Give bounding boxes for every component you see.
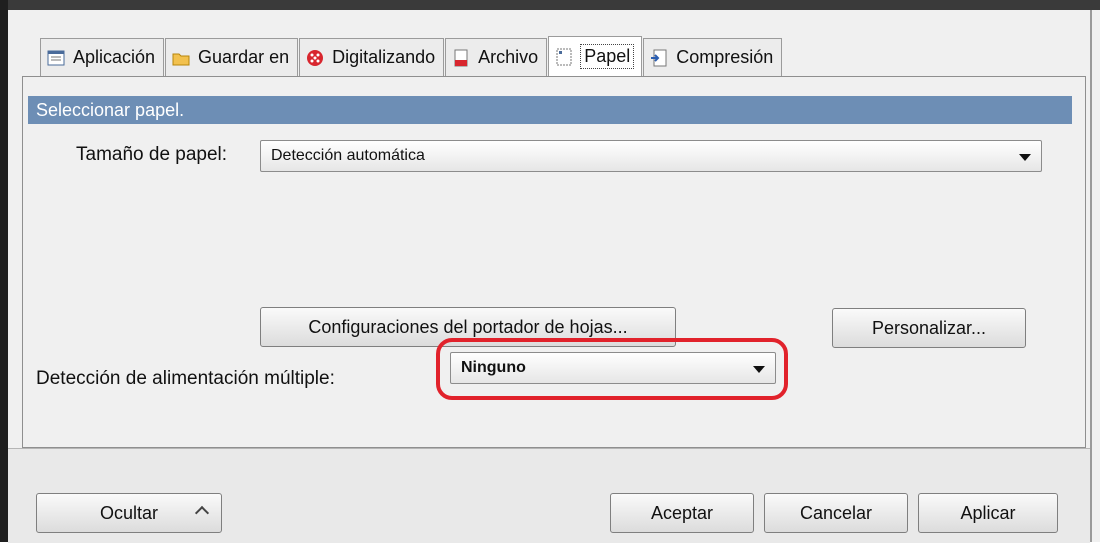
tab-strip: Aplicación Guardar en Digitalizando Arch… — [40, 36, 783, 76]
tab-label: Guardar en — [198, 47, 290, 67]
accept-button[interactable]: Aceptar — [610, 493, 754, 533]
paper-size-dropdown[interactable]: Detección automática — [260, 140, 1042, 172]
apply-button[interactable]: Aplicar — [918, 493, 1058, 533]
window-top-frame — [0, 0, 1100, 10]
tab-archivo[interactable]: Archivo — [445, 38, 548, 76]
chevron-up-icon — [194, 505, 210, 521]
file-icon — [452, 49, 470, 67]
tab-guardar-en[interactable]: Guardar en — [165, 38, 299, 76]
folder-icon — [172, 49, 190, 67]
tab-papel[interactable]: Papel — [548, 36, 643, 76]
paper-icon — [555, 48, 573, 66]
tab-label: Aplicación — [73, 47, 156, 67]
tab-label: Compresión — [676, 47, 774, 67]
chevron-down-icon — [1019, 154, 1031, 161]
tab-label: Papel — [580, 44, 635, 69]
multifeed-label: Detección de alimentación múltiple: — [36, 368, 335, 389]
paper-size-label: Tamaño de papel: — [76, 144, 228, 165]
tab-aplicacion[interactable]: Aplicación — [40, 38, 165, 76]
scanning-icon — [306, 49, 324, 67]
compression-icon — [650, 49, 668, 67]
window-left-frame — [0, 0, 8, 542]
tab-compresion[interactable]: Compresión — [643, 38, 783, 76]
hide-button-label: Ocultar — [99, 503, 159, 523]
window-right-frame — [1090, 10, 1092, 542]
cancel-button[interactable]: Cancelar — [764, 493, 908, 533]
tab-label: Digitalizando — [332, 47, 436, 67]
application-icon — [47, 49, 65, 67]
hide-button[interactable]: Ocultar — [36, 493, 222, 533]
paper-size-value: Detección automática — [271, 147, 425, 164]
customize-button[interactable]: Personalizar... — [832, 308, 1026, 348]
scan-settings-window: Aplicación Guardar en Digitalizando Arch… — [0, 0, 1100, 543]
tab-label: Archivo — [478, 47, 539, 67]
highlight-outline — [436, 338, 788, 400]
section-header: Seleccionar papel. — [28, 96, 1072, 124]
tab-digitalizando[interactable]: Digitalizando — [299, 38, 445, 76]
